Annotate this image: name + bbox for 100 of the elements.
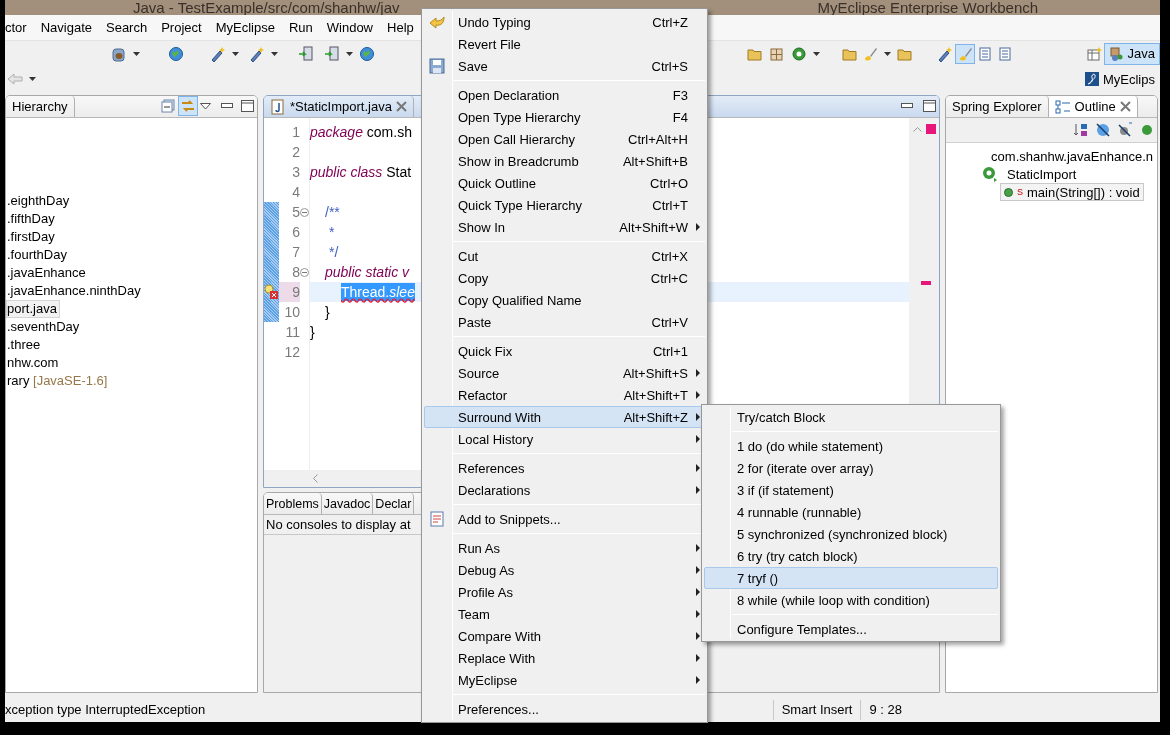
menu-item[interactable]: Quick Outline Ctrl+O: [424, 172, 705, 194]
menu-item[interactable]: Quick Type Hierarchy Ctrl+T: [424, 194, 705, 216]
menu-item[interactable]: 2 for (iterate over array): [704, 457, 998, 479]
dropdown-caret-icon[interactable]: [884, 51, 891, 56]
dropdown-caret-icon[interactable]: [346, 51, 353, 56]
error-marker-icon[interactable]: [925, 124, 936, 134]
menu-item[interactable]: Source Alt+Shift+S: [424, 362, 705, 384]
menu-item[interactable]: Preferences...: [424, 698, 705, 720]
close-icon[interactable]: [395, 101, 407, 112]
collapse-all-icon[interactable]: [160, 98, 176, 114]
menu-bar-item[interactable]: Project: [161, 20, 202, 35]
view-tab[interactable]: Declar: [373, 493, 415, 514]
view-tab[interactable]: Problems: [264, 493, 322, 514]
tree-item[interactable]: .three: [6, 336, 44, 354]
menu-item[interactable]: 8 while (while loop with condition): [704, 589, 998, 611]
menu-bar-item[interactable]: Window: [326, 20, 373, 35]
dropdown-caret-icon[interactable]: [133, 51, 140, 56]
menu-item[interactable]: Team: [424, 603, 705, 625]
scroll-left-icon[interactable]: [312, 474, 318, 483]
view-tab[interactable]: Javadoc: [321, 493, 374, 514]
tree-item[interactable]: .fourthDay: [6, 246, 70, 264]
tree-item[interactable]: port.java: [6, 300, 60, 318]
grid-icon[interactable]: [769, 45, 785, 62]
circle-icon[interactable]: [1139, 122, 1155, 138]
tree-item[interactable]: .javaEnhance: [6, 264, 89, 282]
scroll-up-icon[interactable]: [912, 126, 922, 132]
menu-item[interactable]: References: [424, 457, 705, 479]
menu-bar-item[interactable]: Navigate: [40, 20, 92, 35]
wand-icon[interactable]: [249, 45, 265, 62]
view-tab[interactable]: Spring Explorer: [946, 96, 1049, 117]
menu-item[interactable]: Replace With: [424, 647, 705, 669]
menu-item[interactable]: Open Declaration F3: [424, 84, 705, 106]
menu-item[interactable]: Paste Ctrl+V: [424, 311, 705, 333]
menu-bar-item[interactable]: Run: [288, 20, 313, 35]
menu-item[interactable]: 6 try (try catch block): [704, 545, 998, 567]
outline-item[interactable]: $^{S}$ main(String[]) : void: [1000, 183, 1144, 201]
menu-item[interactable]: Copy Ctrl+C: [424, 267, 705, 289]
open-perspective-icon[interactable]: [1085, 45, 1102, 62]
menu-item[interactable]: Undo Typing Ctrl+Z: [424, 11, 705, 33]
menu-item[interactable]: Quick Fix Ctrl+1: [424, 340, 705, 362]
tree-item[interactable]: .seventhDay: [6, 318, 83, 336]
maximize-icon[interactable]: [241, 100, 254, 112]
menu-bar-item[interactable]: MyEclipse: [215, 20, 275, 35]
menu-item[interactable]: Declarations: [424, 479, 705, 501]
outline-item[interactable]: StaticImport: [1003, 165, 1081, 183]
menu-bar-item[interactable]: Search: [106, 20, 148, 35]
server-icon[interactable]: [298, 45, 314, 62]
fold-icon[interactable]: [300, 207, 309, 217]
globe-icon[interactable]: [168, 45, 184, 62]
view-menu-icon[interactable]: [200, 102, 211, 110]
error-marker-icon[interactable]: [921, 281, 931, 285]
menu-bar-item[interactable]: ctor: [5, 20, 27, 35]
fold-icon[interactable]: [300, 267, 309, 277]
menu-item[interactable]: Show In Alt+Shift+W: [424, 216, 705, 238]
menu-item[interactable]: Revert File: [424, 33, 705, 55]
menu-item[interactable]: Cut Ctrl+X: [424, 245, 705, 267]
menu-item[interactable]: Run As: [424, 537, 705, 559]
menu-item[interactable]: 3 if (if statement): [704, 479, 998, 501]
server-icon[interactable]: [324, 45, 340, 62]
dropdown-caret-icon[interactable]: [232, 51, 239, 56]
sort-icon[interactable]: [1073, 122, 1089, 138]
menu-item[interactable]: Profile As: [424, 581, 705, 603]
tree-item[interactable]: nhw.com: [6, 354, 62, 372]
dropdown-caret-icon[interactable]: [813, 51, 820, 56]
brush-icon[interactable]: [862, 45, 878, 62]
perspective-button[interactable]: MyEclips: [1079, 68, 1160, 91]
hide-static-icon[interactable]: [1117, 122, 1133, 138]
dropdown-caret-icon[interactable]: [271, 51, 278, 56]
dropdown-caret-icon[interactable]: [29, 77, 36, 82]
perspective-button[interactable]: Java: [1103, 42, 1160, 65]
tree-item[interactable]: .firstDay: [6, 228, 58, 246]
bean-icon[interactable]: [111, 45, 127, 62]
menu-item[interactable]: Open Call Hierarchy Ctrl+Alt+H: [424, 128, 705, 150]
menu-item[interactable]: 7 tryf (): [704, 567, 998, 589]
close-icon[interactable]: [1119, 101, 1131, 112]
menu-item[interactable]: Save Ctrl+S: [424, 55, 705, 77]
menu-item[interactable]: MyEclipse: [424, 669, 705, 691]
outline-item[interactable]: com.shanhw.javaEnhance.n: [987, 147, 1157, 165]
circle-icon[interactable]: [791, 45, 807, 62]
menu-bar-item[interactable]: Help: [387, 20, 414, 35]
wand-icon[interactable]: [937, 45, 953, 62]
tree-item[interactable]: rary [JavaSE-1.6]: [6, 372, 111, 390]
wand-icon[interactable]: [210, 45, 226, 62]
view-tab[interactable]: Outline: [1048, 96, 1138, 117]
tree-item[interactable]: .eighthDay: [6, 192, 73, 210]
menu-item[interactable]: Compare With: [424, 625, 705, 647]
minimize-icon[interactable]: [221, 103, 233, 109]
menu-item[interactable]: Open Type Hierarchy F4: [424, 106, 705, 128]
menu-item[interactable]: Try/catch Block: [704, 406, 998, 428]
maximize-icon[interactable]: [923, 100, 936, 112]
menu-item[interactable]: Show in Breadcrumb Alt+Shift+B: [424, 150, 705, 172]
menu-item[interactable]: Configure Templates...: [704, 618, 998, 640]
menu-item[interactable]: Debug As: [424, 559, 705, 581]
menu-item[interactable]: Copy Qualified Name: [424, 289, 705, 311]
tree-item[interactable]: .fifthDay: [6, 210, 58, 228]
tree-item[interactable]: .javaEnhance.ninthDay: [6, 282, 144, 300]
minimize-icon[interactable]: [901, 103, 913, 109]
menu-item[interactable]: Local History: [424, 428, 705, 450]
globe-icon[interactable]: [359, 45, 375, 62]
hide-fields-icon[interactable]: [1095, 122, 1111, 138]
